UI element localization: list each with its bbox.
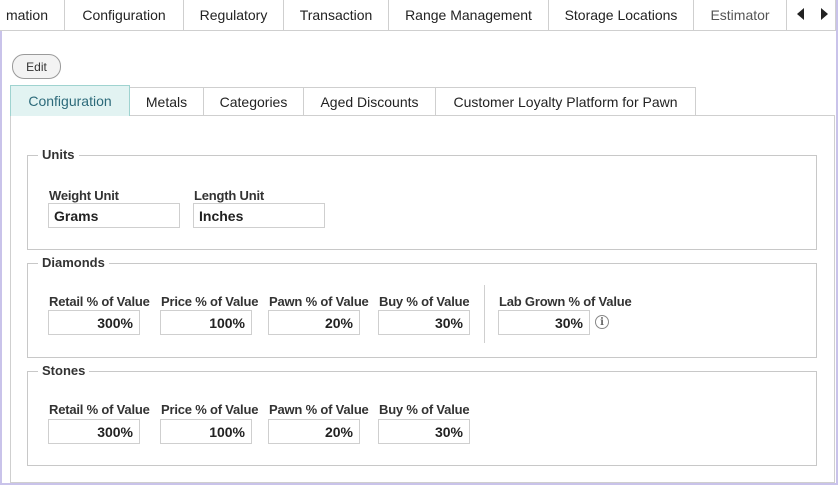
stones-price-label: Price % of Value: [161, 402, 259, 417]
diamonds-price-label: Price % of Value: [161, 294, 259, 309]
stones-buy-label: Buy % of Value: [379, 402, 470, 417]
diamonds-retail-field[interactable]: 300%: [48, 310, 140, 335]
scroll-right-icon[interactable]: [821, 8, 828, 20]
weight-unit-field[interactable]: Grams: [48, 203, 180, 228]
length-unit-label: Length Unit: [194, 188, 265, 203]
tab-information[interactable]: mation: [0, 0, 65, 30]
diamonds-price-field[interactable]: 100%: [160, 310, 252, 335]
inner-tab-customer-loyalty[interactable]: Customer Loyalty Platform for Pawn: [435, 87, 696, 116]
diamonds-separator: [484, 285, 485, 343]
stones-pawn-label: Pawn % of Value: [269, 402, 369, 417]
tab-regulatory[interactable]: Regulatory: [183, 0, 284, 30]
diamonds-group-title: Diamonds: [38, 255, 109, 270]
diamonds-retail-label: Retail % of Value: [49, 294, 150, 309]
tab-storage-locations[interactable]: Storage Locations: [548, 0, 694, 30]
weight-unit-label: Weight Unit: [49, 188, 119, 203]
stones-retail-label: Retail % of Value: [49, 402, 150, 417]
stones-retail-field[interactable]: 300%: [48, 419, 140, 444]
scroll-left-icon[interactable]: [797, 8, 804, 20]
edit-button[interactable]: Edit: [12, 54, 61, 79]
inner-tab-categories[interactable]: Categories: [203, 87, 304, 116]
inner-tab-aged-discounts[interactable]: Aged Discounts: [303, 87, 436, 116]
diamonds-lab-grown-label: Lab Grown % of Value: [499, 294, 632, 309]
tab-scroll-controls: [786, 0, 836, 31]
info-icon[interactable]: i: [595, 315, 609, 329]
stones-price-field[interactable]: 100%: [160, 419, 252, 444]
tab-strip-divider: [0, 30, 836, 31]
stones-pawn-field[interactable]: 20%: [268, 419, 360, 444]
diamonds-pawn-field[interactable]: 20%: [268, 310, 360, 335]
tab-range-management[interactable]: Range Management: [388, 0, 549, 30]
diamonds-lab-grown-field[interactable]: 30%: [498, 310, 590, 335]
stones-group-title: Stones: [38, 363, 90, 378]
diamonds-buy-field[interactable]: 30%: [378, 310, 470, 335]
units-group-title: Units: [38, 147, 79, 162]
tab-configuration[interactable]: Configuration: [64, 0, 184, 30]
diamonds-buy-label: Buy % of Value: [379, 294, 470, 309]
inner-tab-configuration[interactable]: Configuration: [10, 85, 130, 116]
length-unit-field[interactable]: Inches: [193, 203, 325, 228]
tab-transaction[interactable]: Transaction: [283, 0, 389, 30]
stones-buy-field[interactable]: 30%: [378, 419, 470, 444]
top-tab-strip: mation Configuration Regulatory Transact…: [0, 0, 836, 30]
diamonds-pawn-label: Pawn % of Value: [269, 294, 369, 309]
tab-estimator[interactable]: Estimator: [693, 0, 787, 30]
inner-tab-metals[interactable]: Metals: [129, 87, 204, 116]
